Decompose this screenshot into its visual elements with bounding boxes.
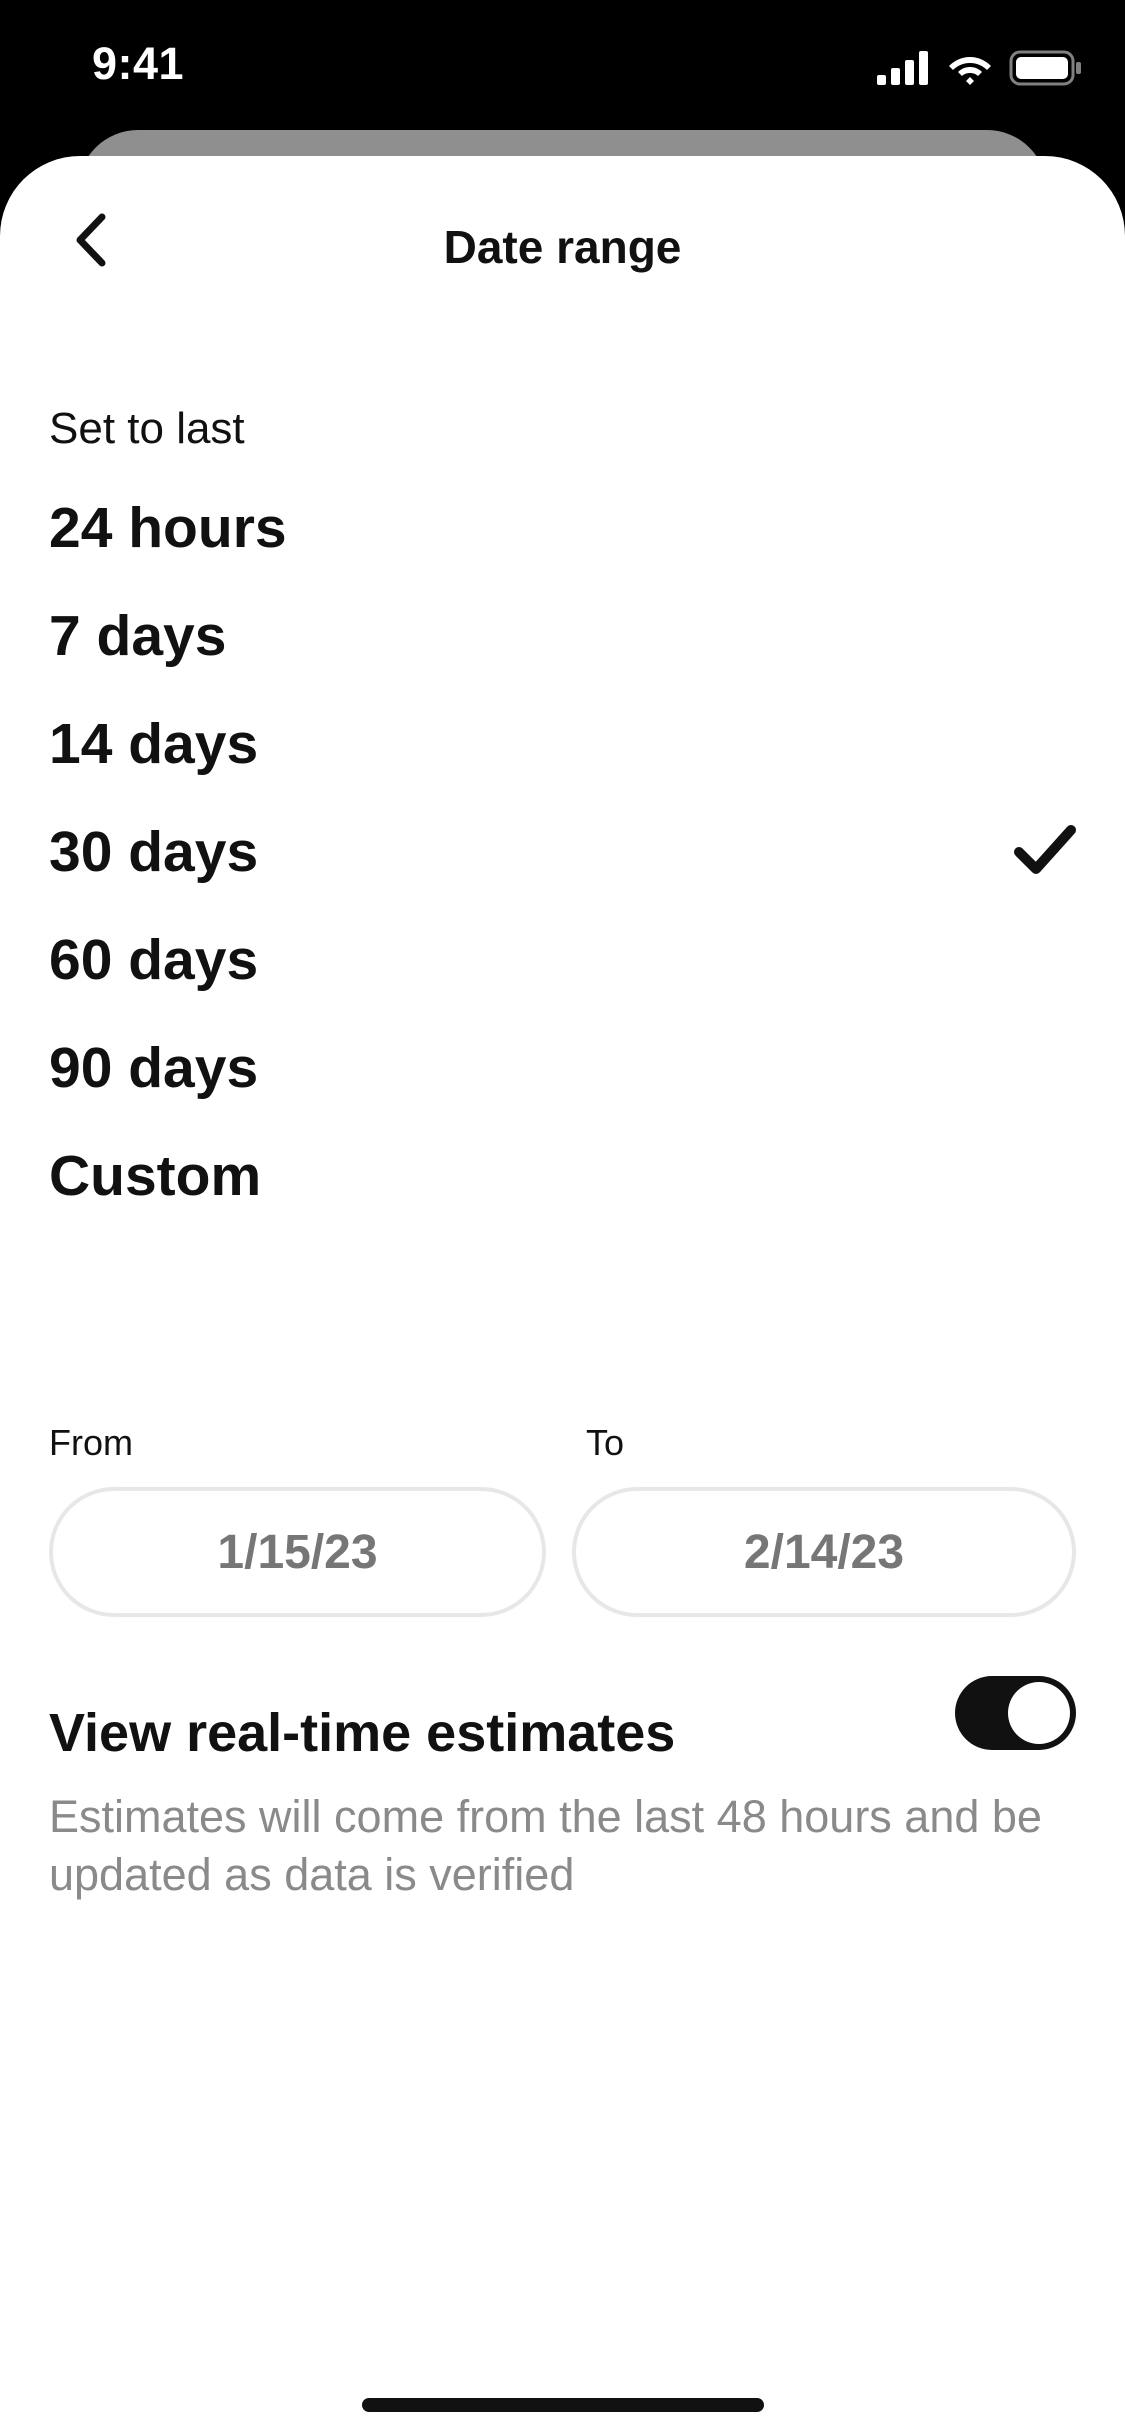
status-icons xyxy=(877,50,1083,90)
option-label: 14 days xyxy=(49,712,259,776)
sheet-header: Date range xyxy=(0,156,1125,336)
wifi-icon xyxy=(947,51,993,90)
option-label: 90 days xyxy=(49,1036,259,1100)
option-30-days[interactable]: 30 days xyxy=(0,798,1125,906)
toggle-knob xyxy=(1008,1682,1070,1744)
screen: 9:41 Date range Set to last 24 hours 7 d… xyxy=(0,0,1125,2436)
option-label: 30 days xyxy=(49,820,259,884)
checkmark-icon xyxy=(1013,822,1077,878)
home-indicator xyxy=(362,2398,764,2412)
to-date-field[interactable]: 2/14/23 xyxy=(572,1487,1076,1617)
option-label: 24 hours xyxy=(49,496,287,560)
estimates-description: Estimates will come from the last 48 hou… xyxy=(49,1791,1042,1900)
page-title: Date range xyxy=(443,221,682,273)
signal-icon xyxy=(877,50,931,90)
option-7-days[interactable]: 7 days xyxy=(0,582,1125,690)
status-time: 9:41 xyxy=(92,38,185,89)
to-label: To xyxy=(586,1422,625,1463)
battery-icon xyxy=(1009,50,1083,91)
status-bar: 9:41 xyxy=(0,0,1125,140)
option-label: 60 days xyxy=(49,928,259,992)
date-range-sheet: Date range Set to last 24 hours 7 days 1… xyxy=(0,156,1125,2436)
option-custom[interactable]: Custom xyxy=(0,1122,1125,1230)
custom-range-labels: From To xyxy=(0,1422,1125,1472)
option-label: 7 days xyxy=(49,604,227,668)
option-24-hours[interactable]: 24 hours xyxy=(0,474,1125,582)
from-label: From xyxy=(49,1422,133,1463)
from-date-value: 1/15/23 xyxy=(217,1525,378,1579)
estimates-title: View real-time estimates xyxy=(49,1703,676,1763)
option-90-days[interactable]: 90 days xyxy=(0,1014,1125,1122)
section-label: Set to last xyxy=(49,404,245,453)
option-60-days[interactable]: 60 days xyxy=(0,906,1125,1014)
to-date-value: 2/14/23 xyxy=(743,1525,905,1579)
option-14-days[interactable]: 14 days xyxy=(0,690,1125,798)
real-time-estimates-row: View real-time estimates xyxy=(0,1676,1125,1796)
from-date-field[interactable]: 1/15/23 xyxy=(49,1487,546,1617)
range-options-list: 24 hours 7 days 14 days 30 days 60 days xyxy=(0,474,1125,1230)
option-label: Custom xyxy=(49,1144,262,1208)
estimates-toggle[interactable] xyxy=(955,1676,1076,1750)
